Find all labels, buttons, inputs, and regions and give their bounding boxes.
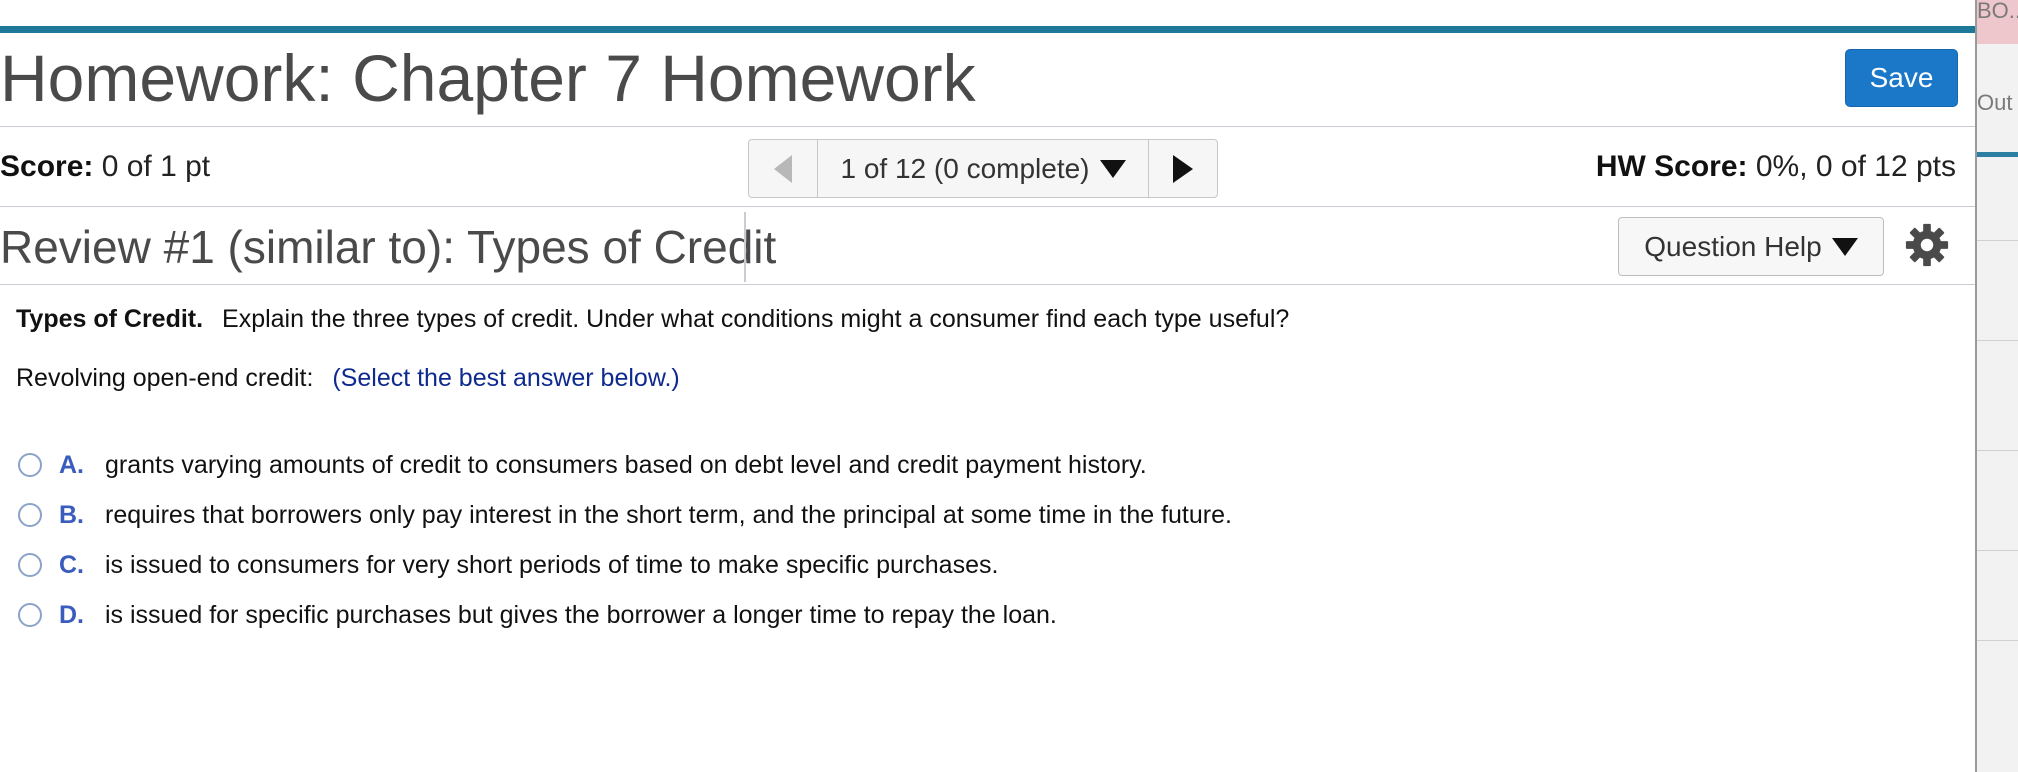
side-panel-mid-text[interactable]: Out — [1977, 90, 2012, 116]
question-title: Review #1 (similar to): Types of Credit — [0, 221, 777, 273]
option-letter: D. — [59, 600, 84, 629]
side-panel-divider — [1977, 640, 2018, 641]
hw-score-label: HW Score: — [1595, 150, 1748, 183]
answer-options: A. grants varying amounts of credit to c… — [18, 440, 1232, 640]
score-label: Score: — [0, 150, 94, 183]
prompt-text: Explain the three types of credit. Under… — [222, 305, 1290, 333]
question-score: Score: 0 of 1 pt — [0, 150, 210, 184]
sub-question-label: Revolving open-end credit: — [16, 364, 314, 392]
option-text: is issued for specific purchases but giv… — [105, 600, 1057, 629]
question-navigator: 1 of 12 (0 complete) — [748, 139, 1218, 198]
chevron-right-icon — [1173, 154, 1193, 183]
caret-down-icon — [1099, 159, 1126, 178]
option-text: is issued to consumers for very short pe… — [105, 550, 999, 579]
side-panel-top-text: BO... — [1977, 0, 2018, 23]
question-prompt: Types of Credit. Explain the three types… — [16, 305, 1289, 334]
side-panel: BO... Out — [1975, 0, 2018, 772]
answer-instruction: (Select the best answer below.) — [332, 364, 680, 392]
option-letter: A. — [59, 450, 84, 479]
divider — [0, 284, 1975, 285]
page-title: Homework: Chapter 7 Homework — [0, 41, 976, 115]
side-panel-divider — [1977, 240, 2018, 241]
divider — [0, 126, 1975, 127]
question-position-label: 1 of 12 (0 complete) — [840, 152, 1090, 184]
answer-option-c[interactable]: C. is issued to consumers for very short… — [18, 540, 1232, 590]
side-panel-divider — [1977, 340, 2018, 341]
hw-score-value: 0%, 0 of 12 pts — [1755, 150, 1956, 183]
hw-score: HW Score: 0%, 0 of 12 pts — [1596, 150, 1956, 184]
option-text: grants varying amounts of credit to cons… — [105, 450, 1147, 479]
chevron-left-icon — [774, 154, 792, 183]
side-panel-divider — [1977, 550, 2018, 551]
side-panel-accent — [1977, 152, 2018, 157]
side-panel-divider — [1977, 450, 2018, 451]
vertical-divider — [744, 212, 746, 282]
option-letter: B. — [59, 500, 84, 529]
caret-down-icon — [1831, 237, 1858, 256]
radio-icon[interactable] — [18, 453, 42, 477]
option-letter: C. — [59, 550, 84, 579]
answer-option-b[interactable]: B. requires that borrowers only pay inte… — [18, 490, 1232, 540]
prompt-heading: Types of Credit. — [16, 305, 204, 333]
answer-option-a[interactable]: A. grants varying amounts of credit to c… — [18, 440, 1232, 490]
sub-question: Revolving open-end credit: (Select the b… — [16, 364, 680, 393]
radio-icon[interactable] — [18, 553, 42, 577]
radio-icon[interactable] — [18, 503, 42, 527]
previous-question-button[interactable] — [749, 140, 818, 197]
question-help-button[interactable]: Question Help — [1618, 217, 1884, 276]
gear-icon[interactable] — [1904, 222, 1950, 268]
radio-icon[interactable] — [18, 603, 42, 627]
option-text: requires that borrowers only pay interes… — [105, 500, 1232, 529]
question-help-label: Question Help — [1644, 230, 1822, 262]
save-button[interactable]: Save — [1845, 49, 1958, 107]
top-accent-bar — [0, 26, 1975, 33]
question-select-dropdown[interactable]: 1 of 12 (0 complete) — [818, 140, 1148, 197]
next-question-button[interactable] — [1148, 140, 1217, 197]
score-value: 0 of 1 pt — [101, 150, 211, 183]
divider — [0, 206, 1975, 207]
answer-option-d[interactable]: D. is issued for specific purchases but … — [18, 590, 1232, 640]
